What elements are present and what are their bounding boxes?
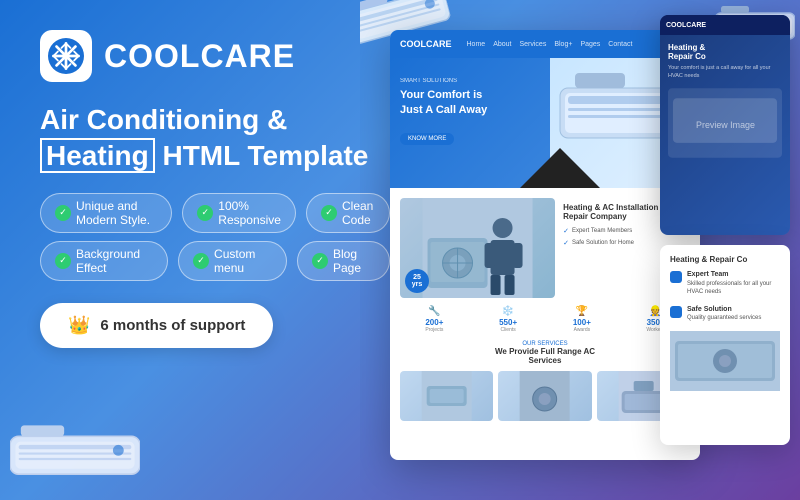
stat-icon-2: ❄️ <box>474 306 543 317</box>
preview-services: OUR SERVICES We Provide Full Range ACSer… <box>400 341 690 421</box>
preview-nav-blog: Blog+ <box>554 41 572 48</box>
preview-services-title: OUR SERVICES We Provide Full Range ACSer… <box>400 341 690 365</box>
check-icon-3: ✓ <box>321 205 337 221</box>
left-section: COOLCARE Air Conditioning & Heating HTML… <box>0 0 420 500</box>
preview-nav-home: Home <box>467 41 486 48</box>
stat-num-3: 100+ <box>548 318 617 327</box>
stat-num-1: 200+ <box>400 318 469 327</box>
services-tag: OUR SERVICES <box>400 341 690 347</box>
preview-secondary-nav: COOLCARE <box>660 15 790 35</box>
preview-nav-contact: Contact <box>608 41 632 48</box>
ac-unit-bottom <box>10 420 140 490</box>
preview-third-content: Heating & Repair Co Expert Team Skilled … <box>660 245 790 401</box>
years-label: yrs <box>412 281 423 288</box>
preview-third-dot-2 <box>670 306 682 318</box>
logo-row: COOLCARE <box>40 30 390 82</box>
check-icon-6: ✓ <box>312 253 328 269</box>
preview-hero-tagline: SMART SOLUTIONS <box>400 78 487 84</box>
preview-main-card: COOLCARE Home About Services Blog+ Pages… <box>390 30 700 460</box>
support-button[interactable]: 👑 6 months of support <box>40 303 273 348</box>
service-img-2 <box>498 371 591 421</box>
preview-secondary-logo: COOLCARE <box>666 22 706 29</box>
preview-hero-title: Your Comfort isJust A Call Away <box>400 88 487 119</box>
preview-secondary-card: COOLCARE Heating &Repair Co Your comfort… <box>660 15 790 235</box>
crown-icon: 👑 <box>68 315 90 336</box>
preview-service-images <box>400 371 690 421</box>
preview-hero-cta[interactable]: KNOW MORE <box>400 133 454 145</box>
svg-text:Preview Image: Preview Image <box>696 120 755 130</box>
stat-num-2: 550+ <box>474 318 543 327</box>
preview-stat-1: 🔧 200+ Projects <box>400 306 469 333</box>
preview-nav-logo: COOLCARE <box>400 39 452 49</box>
features-row-1: ✓ Unique and Modern Style. ✓ 100% Respon… <box>40 193 390 233</box>
technician-image: 25 yrs <box>400 198 555 298</box>
preview-secondary-text: Your comfort is just a call away for all… <box>668 65 782 80</box>
feature-badge-menu: ✓ Custom menu <box>178 241 287 281</box>
preview-stats-row: 🔧 200+ Projects ❄️ 550+ Clients 🏆 100+ A… <box>400 306 690 333</box>
preview-third-text-1: Expert Team Skilled professionals for al… <box>687 270 780 297</box>
feature-badge-responsive: ✓ 100% Responsive <box>182 193 296 233</box>
right-section: COOLCARE Home About Services Blog+ Pages… <box>360 0 800 500</box>
check-icon-4: ✓ <box>55 253 71 269</box>
check-icon-2: ✓ <box>197 205 213 221</box>
preview-nav-services: Services <box>519 41 546 48</box>
preview-secondary-content: Heating &Repair Co Your comfort is just … <box>660 35 790 171</box>
feature-label-2: 100% Responsive <box>218 199 281 227</box>
stat-icon-1: 🔧 <box>400 306 469 317</box>
preview-third-text-2: Safe Solution Quality guaranteed service… <box>687 305 761 323</box>
preview-stat-2: ❄️ 550+ Clients <box>474 306 543 333</box>
preview-left-col: 25 yrs <box>400 198 555 298</box>
years-badge: 25 yrs <box>405 269 429 293</box>
years-num: 25 <box>413 274 421 281</box>
support-label: 6 months of support <box>100 317 245 334</box>
title-suffix: HTML Template <box>155 140 369 171</box>
title-line1: Air Conditioning & <box>40 104 287 135</box>
preview-triangle-decoration <box>520 148 600 188</box>
features-grid: ✓ Unique and Modern Style. ✓ 100% Respon… <box>40 193 390 281</box>
preview-secondary-title: Heating &Repair Co <box>668 43 782 61</box>
preview-third-image <box>670 331 780 391</box>
title-highlight: Heating <box>40 138 155 173</box>
feature-label-4: Background Effect <box>76 247 153 275</box>
preview-third-title: Heating & Repair Co <box>670 255 780 264</box>
preview-stat-3: 🏆 100+ Awards <box>548 306 617 333</box>
check-icon-5: ✓ <box>193 253 209 269</box>
features-row-2: ✓ Background Effect ✓ Custom menu ✓ Blog… <box>40 241 390 281</box>
preview-hero: SMART SOLUTIONS Your Comfort isJust A Ca… <box>390 58 700 188</box>
stat-label-2: Clients <box>474 327 543 333</box>
preview-third-item-1: Expert Team Skilled professionals for al… <box>670 270 780 297</box>
check-icon-1: ✓ <box>55 205 71 221</box>
secondary-image: Preview Image <box>668 88 782 158</box>
preview-hero-text: SMART SOLUTIONS Your Comfort isJust A Ca… <box>400 78 487 145</box>
main-title: Air Conditioning & Heating HTML Template <box>40 102 390 175</box>
logo-text: COOLCARE <box>104 38 295 75</box>
preview-nav-pages: Pages <box>580 41 600 48</box>
preview-content: 25 yrs Heating & AC InstallationRepair C… <box>390 188 700 431</box>
service-img-1 <box>400 371 493 421</box>
preview-third-dot-1 <box>670 271 682 283</box>
preview-split: 25 yrs Heating & AC InstallationRepair C… <box>400 198 690 298</box>
logo-icon <box>40 30 92 82</box>
stat-icon-3: 🏆 <box>548 306 617 317</box>
feature-badge-unique: ✓ Unique and Modern Style. <box>40 193 172 233</box>
snowflake-icon <box>48 38 84 74</box>
stat-label-3: Awards <box>548 327 617 333</box>
preview-nav-links: Home About Services Blog+ Pages Contact <box>467 41 633 48</box>
preview-nav-about: About <box>493 41 511 48</box>
preview-nav: COOLCARE Home About Services Blog+ Pages… <box>390 30 700 58</box>
feature-label-1: Unique and Modern Style. <box>76 199 157 227</box>
feature-label-5: Custom menu <box>214 247 272 275</box>
feature-badge-bg: ✓ Background Effect <box>40 241 168 281</box>
stat-label-1: Projects <box>400 327 469 333</box>
preview-third-card: Heating & Repair Co Expert Team Skilled … <box>660 245 790 445</box>
preview-third-item-2: Safe Solution Quality guaranteed service… <box>670 305 780 323</box>
